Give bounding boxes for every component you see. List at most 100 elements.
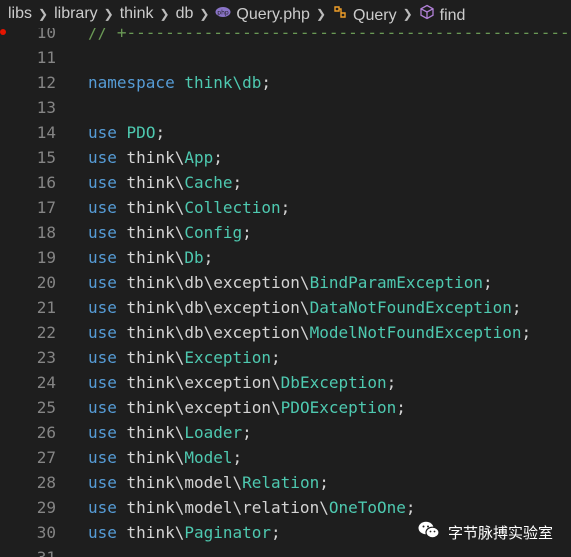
code-token: ; xyxy=(396,398,406,417)
code-text: use think\App; xyxy=(88,145,223,170)
breadcrumb-item-libs[interactable]: libs xyxy=(8,5,32,23)
code-token: think\ xyxy=(116,223,185,242)
code-line[interactable]: 28 use think\model\Relation; xyxy=(0,470,571,495)
breadcrumb-separator-chevron-icon: ❯ xyxy=(402,7,413,21)
code-token: ; xyxy=(405,498,416,517)
code-line[interactable]: 15 use think\App; xyxy=(0,145,571,170)
breadcrumb-separator-chevron-icon: ❯ xyxy=(103,7,114,21)
line-number: 26 xyxy=(36,423,56,442)
code-token: use xyxy=(88,123,117,142)
breadcrumb-item-db[interactable]: db xyxy=(176,5,194,23)
code-line[interactable]: 26 use think\Loader; xyxy=(0,420,571,445)
code-line[interactable]: 19 use think\Db; xyxy=(0,245,571,270)
code-token: think\ xyxy=(116,173,185,192)
code-token: ; xyxy=(482,273,493,292)
breadcrumb-item-library[interactable]: library xyxy=(54,5,98,23)
code-token: think\ xyxy=(116,248,185,267)
code-token: ; xyxy=(242,423,252,442)
code-line[interactable]: 20 use think\db\exception\BindParamExcept… xyxy=(0,270,571,295)
code-token: use xyxy=(88,423,117,442)
code-token: ; xyxy=(242,223,252,242)
breadcrumb-item-find[interactable]: find xyxy=(419,4,465,25)
code-line[interactable]: 31 xyxy=(0,545,571,557)
line-number: 14 xyxy=(36,123,56,142)
code-line[interactable]: 29 use think\model\relation\OneToOne; xyxy=(0,495,571,520)
watermark: 字节脉搏实验室 xyxy=(418,521,553,543)
code-line[interactable]: 24 use think\exception\DbException; xyxy=(0,370,571,395)
code-token: think\db\exception\ xyxy=(116,273,310,292)
line-number: 29 xyxy=(36,498,56,517)
breadcrumb-separator-chevron-icon: ❯ xyxy=(315,7,327,21)
breadcrumb-separator-chevron-icon: ❯ xyxy=(38,7,49,21)
code-token: use xyxy=(88,323,117,342)
code-line[interactable]: 23 use think\Exception; xyxy=(0,345,571,370)
code-line[interactable]: 16 use think\Cache; xyxy=(0,170,571,195)
breadcrumb-label: Query.php xyxy=(236,5,310,23)
code-token: Db xyxy=(184,248,204,267)
code-token: ModelNotFoundException xyxy=(309,323,522,342)
code-line[interactable]: 25 use think\exception\PDOException; xyxy=(0,395,571,420)
code-token: use xyxy=(88,373,117,392)
code-token: ; xyxy=(280,198,291,217)
code-text: use think\Paginator; xyxy=(88,520,281,545)
breadcrumb-item-query-php[interactable]: php Query.php xyxy=(215,5,310,24)
code-token: use xyxy=(88,223,117,242)
code-token: ; xyxy=(386,373,397,392)
code-token: think\ xyxy=(116,448,185,467)
code-token: think\ xyxy=(116,148,185,167)
breadcrumb-separator-chevron-icon: ❯ xyxy=(159,7,170,21)
code-line[interactable]: 17 use think\Collection; xyxy=(0,195,571,220)
code-editor[interactable]: 10// +----------------------------------… xyxy=(0,20,571,557)
code-token: Collection xyxy=(184,198,281,217)
code-line[interactable]: 13 xyxy=(0,95,571,120)
code-token: think\ xyxy=(116,423,185,442)
line-number: 23 xyxy=(36,348,56,367)
code-token: Model xyxy=(184,448,233,467)
code-line[interactable]: 21 use think\db\exception\DataNotFoundExc… xyxy=(0,295,571,320)
code-token: PDOException xyxy=(280,398,397,417)
breadcrumb-item-query[interactable]: Query xyxy=(332,4,397,25)
code-token: Exception xyxy=(184,348,272,367)
line-number: 17 xyxy=(36,198,56,217)
line-number: 15 xyxy=(36,148,56,167)
code-token: use xyxy=(88,523,117,542)
code-text: use think\db\exception\BindParamExceptio… xyxy=(88,270,493,295)
code-token: use xyxy=(88,298,117,317)
code-token: use xyxy=(88,173,117,192)
breadcrumb-label: think xyxy=(119,5,154,22)
code-token: use xyxy=(88,198,117,217)
line-number: 27 xyxy=(36,448,56,467)
code-line[interactable]: 12 namespace think\db; xyxy=(0,70,571,95)
code-token: use xyxy=(88,348,117,367)
line-number: 18 xyxy=(36,223,56,242)
code-token: Paginator xyxy=(184,523,272,542)
code-text: use think\model\Relation; xyxy=(88,470,329,495)
code-token: think\model\ xyxy=(116,473,243,492)
code-token: namespace xyxy=(88,73,175,92)
code-token: DataNotFoundException xyxy=(309,298,512,317)
code-text: use think\Cache; xyxy=(88,170,242,195)
code-text: namespace think\db; xyxy=(88,70,271,95)
code-text: use think\Config; xyxy=(88,220,252,245)
line-number: 28 xyxy=(36,473,56,492)
code-line[interactable]: 27 use think\Model; xyxy=(0,445,571,470)
code-line[interactable]: 18 use think\Config; xyxy=(0,220,571,245)
breadcrumb-item-think[interactable]: think xyxy=(120,5,154,23)
code-text: use think\Model; xyxy=(88,445,242,470)
code-line[interactable]: 22 use think\db\exception\ModelNotFoundEx… xyxy=(0,320,571,345)
code-text: use think\Loader; xyxy=(88,420,252,445)
code-token: Relation xyxy=(242,473,320,492)
breadcrumb-separator-chevron-icon: ❯ xyxy=(199,7,210,21)
line-number: 24 xyxy=(36,373,56,392)
code-line[interactable]: 14 use PDO; xyxy=(0,120,571,145)
code-line[interactable]: 11 xyxy=(0,45,571,70)
code-text: use think\exception\DbException; xyxy=(88,370,396,395)
breadcrumb: libs ❯ library ❯ think ❯ db ❯ php Query.php ❯ Query… xyxy=(0,0,571,28)
code-token: ; xyxy=(155,123,166,142)
code-text: use think\Exception; xyxy=(88,345,281,370)
class-icon xyxy=(332,4,348,20)
code-token: DbException xyxy=(280,373,387,392)
line-number: 19 xyxy=(36,248,56,267)
line-number: 20 xyxy=(36,273,56,292)
code-token: ; xyxy=(511,298,522,317)
